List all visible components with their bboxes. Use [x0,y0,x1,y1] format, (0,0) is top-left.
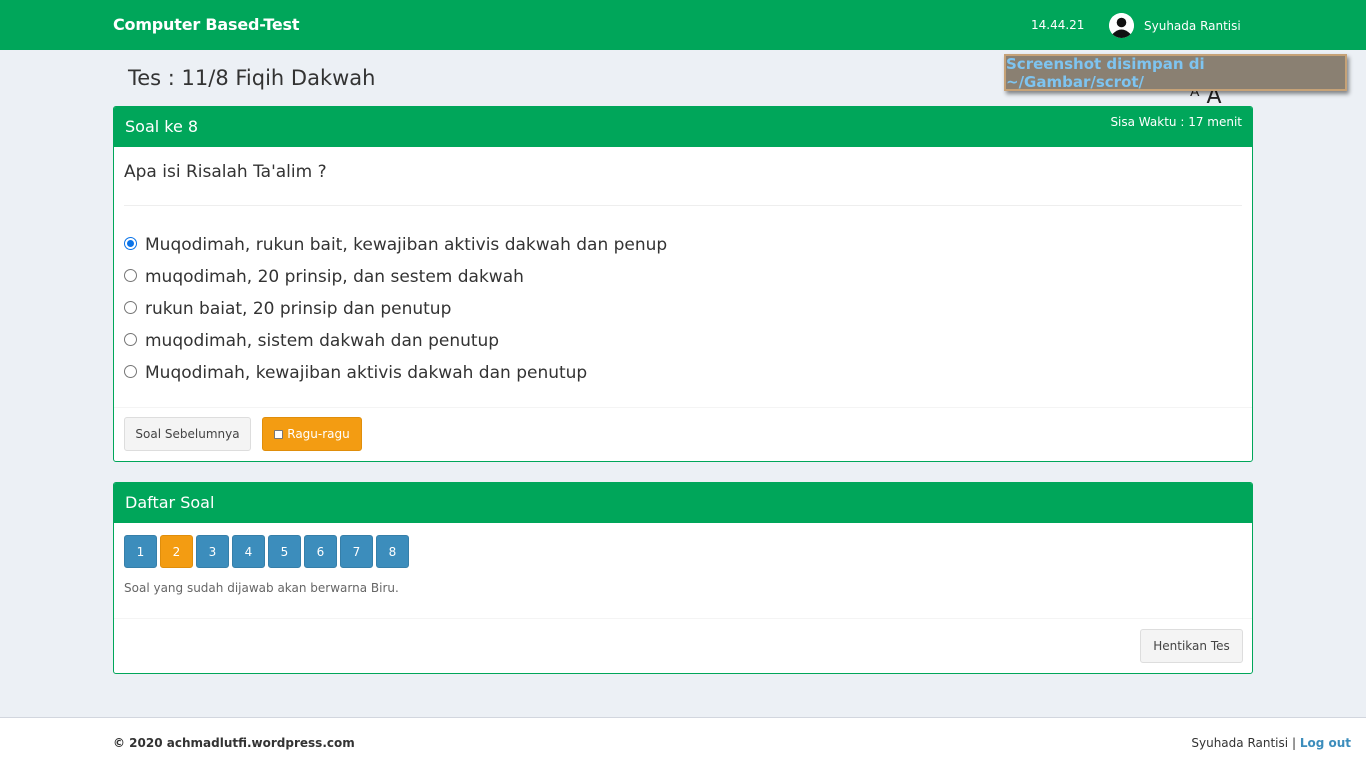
user-name: Syuhada Rantisi [1144,18,1241,33]
question-number-buttons: 12345678 [124,535,412,568]
question-number-button[interactable]: 2 [160,535,193,568]
question-number-button[interactable]: 8 [376,535,409,568]
answer-radio[interactable] [124,300,137,314]
user-menu[interactable]: Syuhada Rantisi [1109,13,1241,38]
answer-option-label: Muqodimah, kewajiban aktivis dakwah dan … [145,363,588,383]
answered-hint: Soal yang sudah dijawab akan berwarna Bi… [124,581,399,595]
answer-radio[interactable] [124,364,137,378]
answer-option-label: Muqodimah, rukun bait, kewajiban aktivis… [145,235,668,255]
answer-option[interactable]: rukun baiat, 20 prinsip dan penutup [124,293,667,325]
answer-option-label: muqodimah, 20 prinsip, dan sestem dakwah [145,267,524,287]
answer-options: Muqodimah, rukun bait, kewajiban aktivis… [124,229,667,389]
divider [114,407,1252,408]
question-number: Soal ke 8 [125,117,199,136]
question-number-button[interactable]: 1 [124,535,157,568]
answer-option[interactable]: Muqodimah, rukun bait, kewajiban aktivis… [124,229,667,261]
question-number-button[interactable]: 5 [268,535,301,568]
question-text: Apa isi Risalah Ta'alim ? [124,162,327,182]
divider [114,618,1252,619]
question-list-header: Daftar Soal [114,483,1252,523]
top-navbar: Computer Based-Test 14.44.21 Syuhada Ran… [0,0,1366,50]
answer-option[interactable]: muqodimah, 20 prinsip, dan sestem dakwah [124,261,667,293]
screenshot-notification: Screenshot disimpan di ~/Gambar/scrot/ [1004,54,1347,91]
stop-test-label: Hentikan Tes [1153,639,1230,653]
previous-question-label: Soal Sebelumnya [135,427,240,441]
answer-option[interactable]: Muqodimah, kewajiban aktivis dakwah dan … [124,357,667,389]
question-list-title: Daftar Soal [125,493,215,512]
question-panel: Soal ke 8 Sisa Waktu : 17 menit Apa isi … [113,106,1253,462]
doubt-checkbox[interactable] [274,429,284,439]
answer-radio[interactable] [124,268,137,282]
app-brand[interactable]: Computer Based-Test [113,15,300,34]
answer-option-label: rukun baiat, 20 prinsip dan penutup [145,299,452,319]
doubt-label: Ragu-ragu [287,427,350,441]
page-title: Tes : 11/8 Fiqih Dakwah [128,66,376,90]
question-number-button[interactable]: 4 [232,535,265,568]
footer-separator: | [1291,736,1296,750]
answer-radio[interactable] [124,332,137,346]
question-list-panel: Daftar Soal 12345678 Soal yang sudah dij… [113,482,1253,674]
page-footer: © 2020 achmadlutfi.wordpress.com Syuhada… [0,717,1366,768]
user-avatar-icon [1109,13,1134,38]
previous-question-button[interactable]: Soal Sebelumnya [124,417,251,451]
copyright: © 2020 achmadlutfi.wordpress.com [113,736,355,750]
footer-user-area: Syuhada Rantisi | Log out [1191,736,1351,750]
clock: 14.44.21 [1031,18,1085,32]
logout-link[interactable]: Log out [1300,736,1351,750]
stop-test-button[interactable]: Hentikan Tes [1140,629,1243,663]
footer-user-name: Syuhada Rantisi [1191,736,1289,750]
answer-option-label: muqodimah, sistem dakwah dan penutup [145,331,500,351]
remaining-time: Sisa Waktu : 17 menit [1110,115,1242,129]
question-panel-header: Soal ke 8 Sisa Waktu : 17 menit [114,107,1252,147]
answer-radio[interactable] [124,236,137,250]
divider [124,205,1242,206]
doubt-button[interactable]: Ragu-ragu [262,417,362,451]
question-number-button[interactable]: 6 [304,535,337,568]
question-number-button[interactable]: 3 [196,535,229,568]
question-number-button[interactable]: 7 [340,535,373,568]
answer-option[interactable]: muqodimah, sistem dakwah dan penutup [124,325,667,357]
